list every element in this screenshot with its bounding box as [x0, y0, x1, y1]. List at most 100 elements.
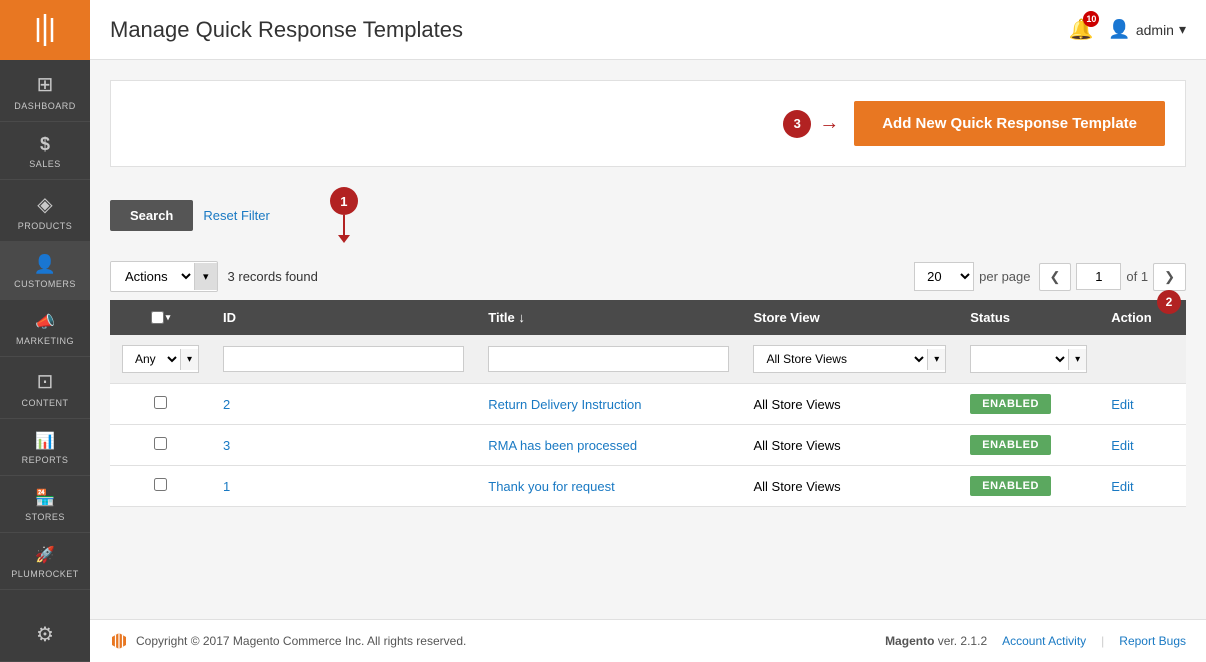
sidebar-item-sales-label: SALES — [29, 159, 61, 169]
admin-username: admin — [1136, 22, 1174, 38]
next-page-button[interactable]: ❯ — [1153, 263, 1186, 291]
title-sort-icon[interactable]: ↓ — [518, 310, 525, 325]
admin-user-menu[interactable]: 👤 admin ▾ — [1108, 19, 1186, 40]
reset-filter-link[interactable]: Reset Filter — [203, 208, 269, 223]
sidebar-item-content-label: CONTENT — [22, 398, 69, 408]
actions-chevron-icon[interactable]: ▾ — [194, 263, 217, 290]
row-id-cell: 2 — [211, 384, 476, 425]
row-store-view-cell: All Store Views — [741, 384, 958, 425]
filter-store-view-chevron-icon[interactable]: ▾ — [927, 349, 945, 370]
sidebar-item-products[interactable]: ◈ PRODUCTS — [0, 180, 90, 242]
filter-check-cell: Any ▾ — [110, 335, 211, 384]
row-id-link[interactable]: 2 — [223, 397, 230, 412]
table-header-action: Action 2 — [1099, 300, 1186, 335]
settings-icon: ⚙ — [36, 622, 54, 647]
reports-icon: 📊 — [35, 431, 55, 451]
row-title-cell: RMA has been processed — [476, 425, 741, 466]
edit-link[interactable]: Edit — [1111, 479, 1133, 494]
check-chevron-icon[interactable]: ▾ — [166, 312, 171, 323]
filter-title-input[interactable] — [488, 346, 729, 372]
sidebar-item-settings[interactable]: ⚙ — [0, 610, 90, 662]
page-input[interactable] — [1076, 263, 1121, 290]
footer-logo-icon — [110, 632, 128, 650]
copyright-text: Copyright © 2017 Magento Commerce Inc. A… — [136, 634, 466, 648]
row-checkbox[interactable] — [154, 437, 167, 450]
filter-store-view-wrap: All Store Views ▾ — [753, 345, 946, 373]
row-action-cell: Edit — [1099, 466, 1186, 507]
content-icon: ⊡ — [37, 369, 54, 394]
sidebar-item-customers-label: CUSTOMERS — [14, 279, 76, 289]
page-title: Manage Quick Response Templates — [110, 17, 463, 43]
sidebar-logo[interactable] — [0, 0, 90, 60]
sidebar-item-marketing[interactable]: 📣 MARKETING — [0, 300, 90, 357]
footer-version: ver. 2.1.2 — [938, 634, 987, 648]
sidebar-item-content[interactable]: ⊡ CONTENT — [0, 357, 90, 419]
row-checkbox[interactable] — [154, 396, 167, 409]
filter-status-chevron-icon[interactable]: ▾ — [1068, 349, 1086, 370]
table-header-id: ID — [211, 300, 476, 335]
actions-select-wrap: Actions ▾ — [110, 261, 218, 292]
filter-store-view-select[interactable]: All Store Views — [754, 346, 927, 372]
select-all-checkbox[interactable] — [151, 311, 164, 324]
sidebar-item-dashboard[interactable]: ⊞ DASHBOARD — [0, 60, 90, 122]
sidebar-item-sales[interactable]: $ SALES — [0, 122, 90, 180]
footer-left: Copyright © 2017 Magento Commerce Inc. A… — [110, 632, 466, 650]
prev-page-button[interactable]: ❮ — [1039, 263, 1072, 291]
search-button[interactable]: Search — [110, 200, 193, 231]
report-bugs-link[interactable]: Report Bugs — [1119, 634, 1186, 648]
table-header-status: Status — [958, 300, 1099, 335]
table-filter-row: Any ▾ All Store Views — [110, 335, 1186, 384]
filter-any-wrap: Any ▾ — [122, 345, 199, 373]
row-check-cell — [110, 466, 211, 507]
sidebar-item-products-label: PRODUCTS — [18, 221, 73, 231]
sidebar-item-plumrocket[interactable]: 🚀 PLUMROCKET — [0, 533, 90, 590]
magento-logo-icon — [25, 10, 65, 50]
row-status-cell: ENABLED — [958, 466, 1099, 507]
per-page-select[interactable]: 20 50 100 — [914, 262, 974, 291]
filter-id-input[interactable] — [223, 346, 464, 372]
sidebar-item-plumrocket-label: PLUMROCKET — [11, 569, 79, 579]
content-area: 3 → Add New Quick Response Template Sear… — [90, 60, 1206, 619]
main-area: Manage Quick Response Templates 🔔 10 👤 a… — [90, 0, 1206, 662]
products-icon: ◈ — [37, 192, 52, 217]
notification-badge: 10 — [1083, 11, 1099, 27]
toolbar-row: Actions ▾ 3 records found 20 50 100 per … — [110, 253, 1186, 300]
sales-icon: $ — [40, 134, 50, 155]
row-id-link[interactable]: 3 — [223, 438, 230, 453]
filter-any-select[interactable]: Any — [123, 346, 180, 372]
filter-id-cell — [211, 335, 476, 384]
filter-any-chevron-icon[interactable]: ▾ — [180, 349, 198, 370]
plumrocket-icon: 🚀 — [35, 545, 55, 565]
row-action-cell: Edit — [1099, 384, 1186, 425]
step3-badge: 3 — [783, 110, 811, 138]
step1-badge: 1 — [330, 187, 358, 215]
sidebar-item-reports[interactable]: 📊 REPORTS — [0, 419, 90, 476]
toolbar-right: 20 50 100 per page ❮ of 1 ❯ — [914, 262, 1186, 291]
step3-callout: 3 → — [783, 110, 839, 138]
row-status-cell: ENABLED — [958, 384, 1099, 425]
edit-link[interactable]: Edit — [1111, 438, 1133, 453]
sidebar-item-customers[interactable]: 👤 CUSTOMERS — [0, 242, 90, 300]
filter-status-select[interactable] — [971, 346, 1068, 372]
edit-link[interactable]: Edit — [1111, 397, 1133, 412]
step2-badge: 2 — [1157, 290, 1181, 314]
row-title-link[interactable]: RMA has been processed — [488, 438, 637, 453]
row-checkbox[interactable] — [154, 478, 167, 491]
sidebar-item-stores-label: STORES — [25, 512, 65, 522]
stores-icon: 🏪 — [35, 488, 55, 508]
row-id-cell: 1 — [211, 466, 476, 507]
records-found: 3 records found — [228, 269, 318, 284]
row-title-cell: Return Delivery Instruction — [476, 384, 741, 425]
sidebar-item-stores[interactable]: 🏪 STORES — [0, 476, 90, 533]
account-activity-link[interactable]: Account Activity — [1002, 634, 1086, 648]
row-title-link[interactable]: Thank you for request — [488, 479, 614, 494]
actions-select[interactable]: Actions — [111, 262, 194, 291]
row-title-link[interactable]: Return Delivery Instruction — [488, 397, 641, 412]
row-id-link[interactable]: 1 — [223, 479, 230, 494]
arrow-right-icon: → — [819, 112, 839, 135]
add-new-template-button[interactable]: Add New Quick Response Template — [854, 101, 1165, 146]
table-row: 2 Return Delivery Instruction All Store … — [110, 384, 1186, 425]
notification-bell[interactable]: 🔔 10 — [1069, 17, 1094, 42]
filter-store-view-cell: All Store Views ▾ — [741, 335, 958, 384]
per-page-label: per page — [979, 269, 1030, 284]
